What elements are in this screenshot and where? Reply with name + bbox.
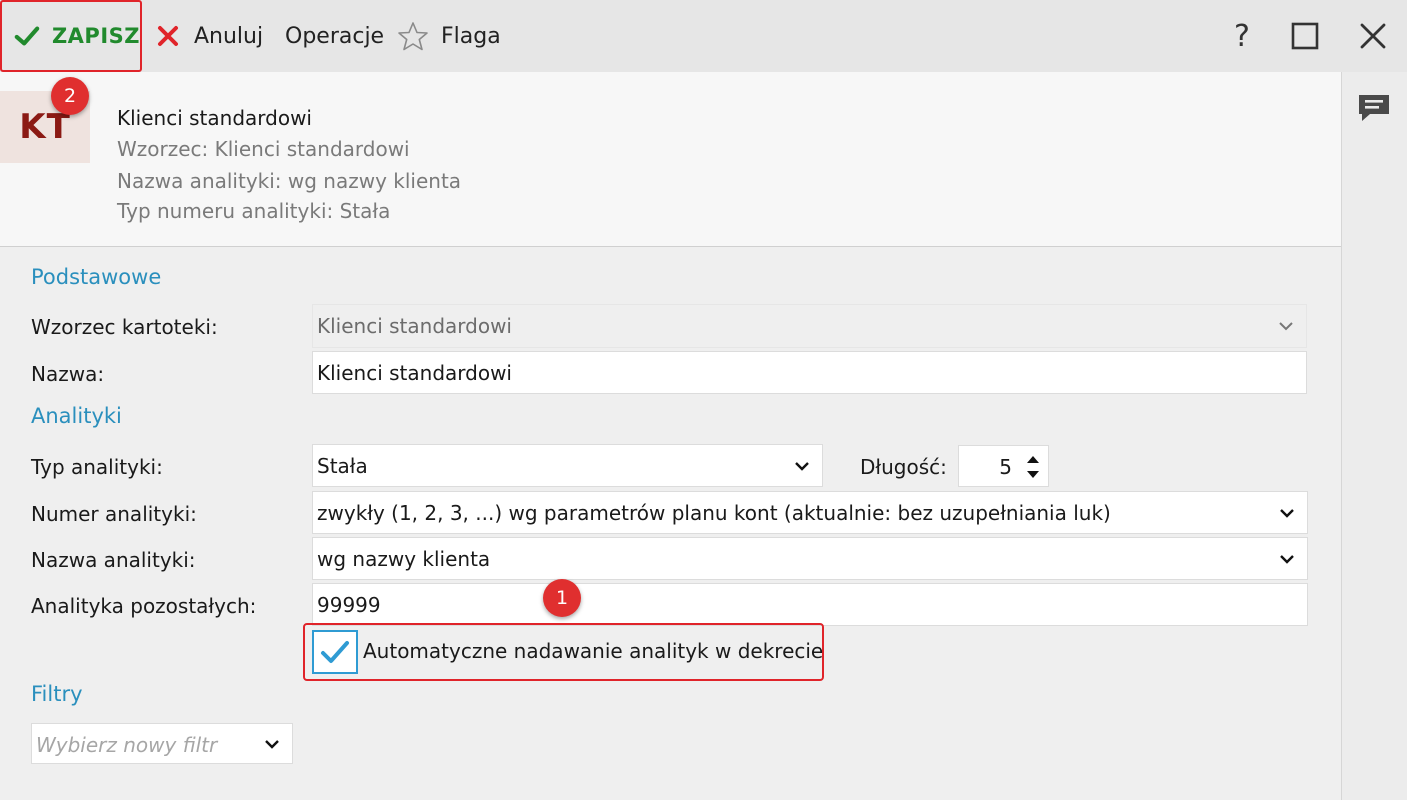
toolbar: ZAPISZ Anuluj Operacje Flaga ? [0,0,1407,72]
checkmark-icon [321,641,349,663]
analytics-other-input[interactable]: 99999 [312,583,1308,626]
analytics-type-value: Stała [317,453,368,478]
chevron-down-icon [1280,508,1294,518]
check-icon [14,26,40,46]
maximize-button[interactable] [1285,16,1325,56]
analytics-number-label: Numer analityki: [31,502,197,526]
chevron-down-icon [265,739,279,749]
auto-assign-checkbox[interactable] [312,630,358,674]
help-button[interactable]: ? [1222,16,1262,56]
record-template-line: Wzorzec: Klienci standardowi [117,137,410,161]
comments-icon[interactable] [1356,92,1392,124]
length-label: Długość: [860,455,947,479]
close-window-button[interactable] [1353,16,1393,56]
record-analytics-name-line: Nazwa analityki: wg nazwy klienta [117,169,462,193]
analytics-name-value: wg nazwy klienta [317,546,491,571]
template-label: Wzorzec kartoteki: [31,315,218,339]
chevron-down-icon [1279,322,1293,331]
chevron-down-icon [795,461,809,471]
star-icon [398,22,428,51]
analytics-other-value: 99999 [317,592,381,617]
chevron-down-icon [1280,554,1294,564]
auto-assign-option: Automatyczne nadawanie analityk w dekrec… [303,623,824,681]
template-select[interactable]: Klienci standardowi [312,304,1307,348]
cancel-label: Anuluj [194,23,264,49]
analytics-name-select[interactable]: wg nazwy klienta [312,537,1308,580]
flag-button[interactable]: Flaga [397,0,501,72]
analytics-name-label: Nazwa analityki: [31,548,196,572]
length-value: 5 [999,455,1012,479]
template-value: Klienci standardowi [317,314,512,338]
record-analytics-type-line: Typ numeru analityki: Stała [117,199,391,223]
analytics-type-select[interactable]: Stała [312,444,823,487]
side-panel [1341,72,1407,800]
spinner-arrows-icon[interactable] [1024,452,1042,482]
filter-placeholder: Wybierz nowy filtr [36,733,218,757]
analytics-other-label: Analityka pozostałych: [31,594,257,618]
analytics-type-label: Typ analityki: [31,455,163,479]
record-header: KT Klienci standardowi Wzorzec: Klienci … [0,72,1341,247]
analytics-number-value: zwykły (1, 2, 3, ...) wg parametrów plan… [317,500,1111,525]
maximize-icon [1291,22,1319,50]
record-title: Klienci standardowi [117,106,312,130]
section-basic-heading: Podstawowe [31,265,162,289]
save-label: ZAPISZ [51,24,140,48]
name-value: Klienci standardowi [317,360,512,385]
section-analytics-heading: Analityki [31,404,122,428]
close-window-icon [1360,23,1386,49]
help-icon: ? [1234,18,1250,54]
name-label: Nazwa: [31,362,105,386]
name-input[interactable]: Klienci standardowi [312,351,1307,394]
analytics-number-select[interactable]: zwykły (1, 2, 3, ...) wg parametrów plan… [312,491,1308,534]
cancel-button[interactable]: Anuluj [156,0,263,72]
flag-label: Flaga [441,23,501,49]
step-badge-2: 2 [51,77,89,115]
operations-button[interactable]: Operacje [285,0,384,72]
operations-label: Operacje [285,23,385,49]
close-x-icon [158,26,178,46]
save-button[interactable]: ZAPISZ [0,0,142,72]
auto-assign-label[interactable]: Automatyczne nadawanie analityk w dekrec… [363,639,823,663]
section-filters-heading: Filtry [31,682,83,706]
step-badge-1: 1 [543,579,581,617]
length-stepper[interactable]: 5 [958,445,1049,487]
filter-select[interactable]: Wybierz nowy filtr [31,723,293,764]
